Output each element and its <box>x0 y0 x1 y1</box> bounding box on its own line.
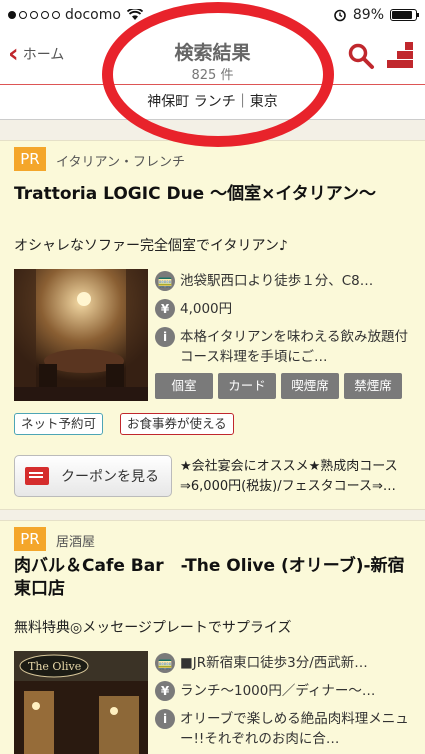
result-card[interactable]: PR 居酒屋 肉バル＆Cafe Bar -The Olive (オリーブ)-新宿… <box>0 520 425 754</box>
signal-strength-icon <box>8 11 60 19</box>
tag-card: カード <box>218 373 276 399</box>
access-text: ■JR新宿東口徒歩3分/西武新… <box>180 655 368 671</box>
catch-copy: 無料特典◎メッセージプレートでサプライズ <box>14 620 292 636</box>
budget-row: ¥ 4,000円 <box>155 299 413 325</box>
battery-percent: 89% <box>352 7 384 23</box>
restaurant-title[interactable]: 肉バル＆Cafe Bar -The Olive (オリーブ)-新宿東口店 <box>14 555 413 601</box>
navigation-bar: ‹ ホーム 検索結果 825 件 <box>0 30 425 84</box>
meal-ticket-badge: お食事券が使える <box>120 413 234 435</box>
budget-text: 4,000円 <box>180 301 233 317</box>
access-text: 池袋駅西口より徒歩１分、C8… <box>180 273 374 289</box>
restaurant-info: 🚃 ■JR新宿東口徒歩3分/西武新… ¥ ランチ〜1000円／ディナー〜… i … <box>155 653 413 754</box>
access-row: 🚃 池袋駅西口より徒歩１分、C8… <box>155 271 413 297</box>
genre-label: 居酒屋 <box>56 535 96 550</box>
restaurant-photo[interactable] <box>14 269 148 401</box>
pr-badge: PR <box>14 147 46 171</box>
info-icon: i <box>155 709 175 729</box>
budget-text: ランチ〜1000円／ディナー〜… <box>180 683 376 699</box>
info-icon: i <box>155 327 175 347</box>
result-card[interactable]: PR イタリアン・フレンチ Trattoria LOGIC Due 〜個室×イタ… <box>0 140 425 510</box>
alarm-icon <box>334 9 346 22</box>
status-bar: docomo 89% <box>0 0 425 30</box>
restaurant-info: 🚃 池袋駅西口より徒歩１分、C8… ¥ 4,000円 i 本格イタリアンを味わえ… <box>155 271 413 399</box>
train-icon: 🚃 <box>155 653 175 673</box>
search-conditions[interactable]: 神保町 ランチ｜東京 <box>0 84 425 120</box>
tag-non-smoking: 禁煙席 <box>344 373 402 399</box>
yen-icon: ¥ <box>155 299 175 319</box>
coupon-button-label: クーポンを見る <box>61 469 159 485</box>
restaurant-photo[interactable]: The Olive <box>14 651 148 754</box>
description-text: オリーブで楽しめる絶品肉料理メニュー!!それぞれのお肉に合… <box>180 711 409 747</box>
yen-icon: ¥ <box>155 681 175 701</box>
pr-badge: PR <box>14 527 46 551</box>
view-coupon-button[interactable]: クーポンを見る <box>14 455 172 497</box>
train-icon: 🚃 <box>155 271 175 291</box>
carrier-name: docomo <box>65 7 121 23</box>
feature-tags: 個室 カード 喫煙席 禁煙席 <box>155 373 413 399</box>
net-reservation-badge: ネット予約可 <box>14 413 104 435</box>
description-row: i 本格イタリアンを味わえる飲み放題付コース料理を手頃にご… <box>155 327 413 371</box>
coupon-icon <box>25 467 49 485</box>
tag-smoking: 喫煙席 <box>281 373 339 399</box>
coupon-description: ★会社宴会にオススメ★熟成肉コース⇒6,000円(税抜)/フェスタコース⇒… <box>180 459 398 494</box>
description-text: 本格イタリアンを味わえる飲み放題付コース料理を手頃にご… <box>180 329 409 365</box>
restaurant-title[interactable]: Trattoria LOGIC Due 〜個室×イタリアン〜 <box>14 183 413 206</box>
description-row: i オリーブで楽しめる絶品肉料理メニュー!!それぞれのお肉に合… <box>155 709 413 753</box>
search-icon[interactable] <box>347 42 375 70</box>
catch-copy: オシャレなソファー完全個室でイタリアン♪ <box>14 238 288 254</box>
battery-icon <box>390 9 419 21</box>
access-row: 🚃 ■JR新宿東口徒歩3分/西武新… <box>155 653 413 679</box>
sort-menu-icon[interactable] <box>385 40 415 70</box>
budget-row: ¥ ランチ〜1000円／ディナー〜… <box>155 681 413 707</box>
genre-label: イタリアン・フレンチ <box>56 155 185 170</box>
wifi-icon <box>126 9 143 20</box>
search-conditions-text: 神保町 ランチ｜東京 <box>147 94 278 110</box>
photo-sign-text: The Olive <box>28 660 81 673</box>
tag-private-room: 個室 <box>155 373 213 399</box>
